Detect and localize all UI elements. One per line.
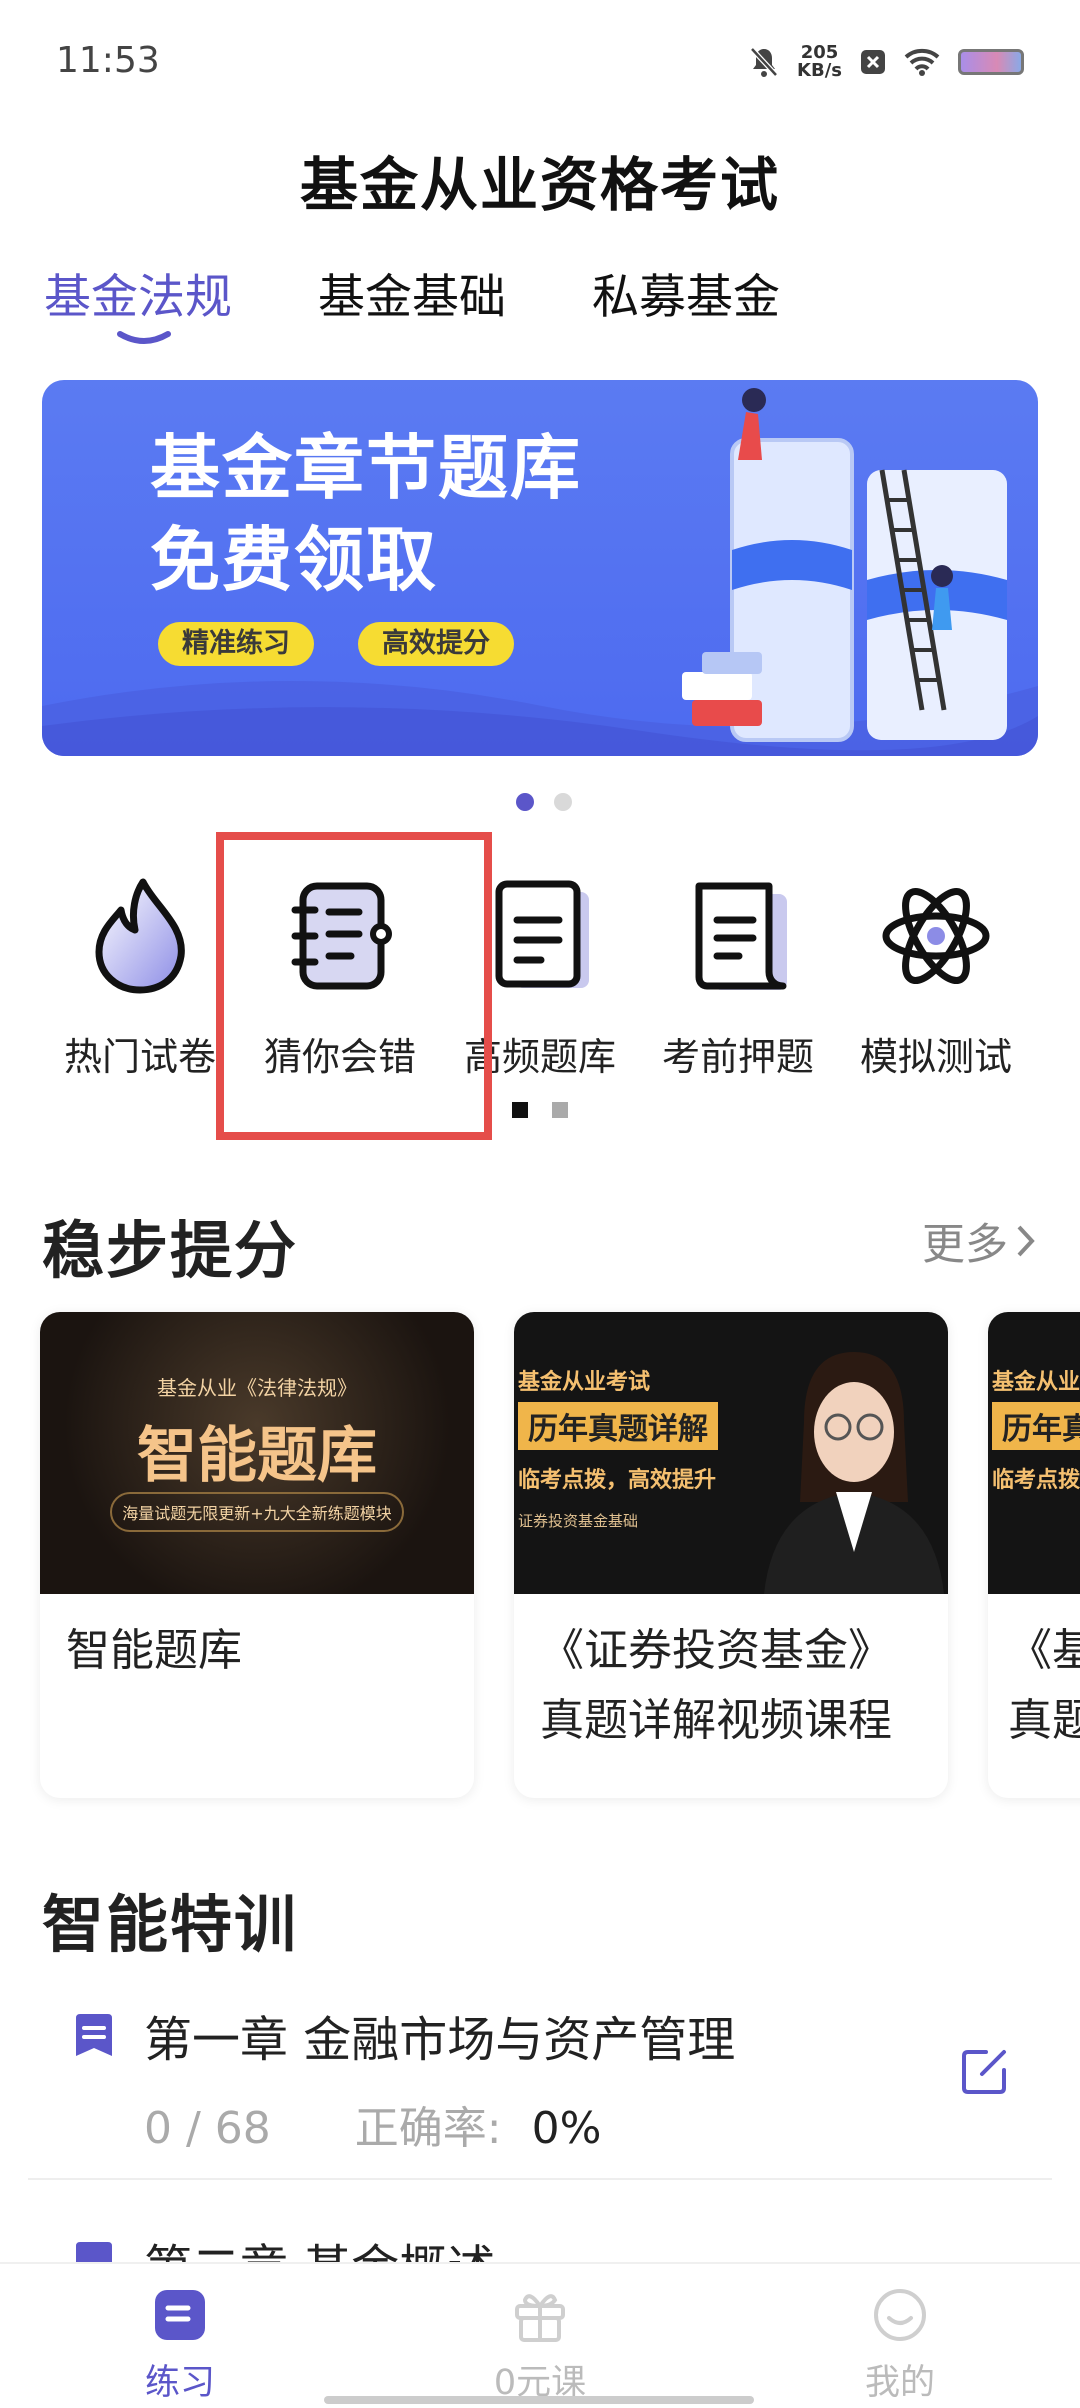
scroll-document-icon [695, 882, 787, 990]
course-cover-exam-video: 基金从业考试 历年真题详解 临考点拨，高效提升 证券投资基金基础 [514, 1312, 948, 1594]
section-title-steady: 稳步提分 [42, 1214, 299, 1287]
course-title: 智能题库 [66, 1625, 242, 1676]
course-card-smart-bank[interactable]: 基金从业《法律法规》 智能题库 海量试题无限更新+九大全新练题模块 智能题库 [40, 1312, 474, 1798]
promo-banner[interactable]: 基金章节题库 免费领取 精准练习 高效提分 [42, 380, 1038, 756]
list-divider [28, 2178, 1052, 2180]
tab-fund-law[interactable]: 基金法规 [44, 258, 232, 344]
chapter-progress: 0 / 68 [144, 2103, 271, 2154]
battery-icon [958, 49, 1024, 75]
nav-practice[interactable]: 练习 [80, 2286, 280, 2405]
chapter-row-2[interactable]: 第二章 基金概述 [72, 2228, 1052, 2262]
course-card-exam-video[interactable]: 基金从业考试 历年真题详解 临考点拨，高效提升 证券投资基金基础 《证券投资基金… [514, 1312, 948, 1798]
tab-active-indicator [117, 331, 171, 344]
atom-icon [882, 888, 990, 984]
course-title: 《基 真题 [1008, 1625, 1080, 1746]
banner-title: 基金章节题库 免费领取 [150, 427, 582, 601]
document-icon [495, 880, 589, 988]
course-card-partial[interactable]: 基金从业考 历年真 临考点拨 《基真题 [988, 1312, 1080, 1798]
course-cover-partial: 基金从业考 历年真 临考点拨 [988, 1312, 1080, 1594]
shortcut-hot-papers[interactable]: 热门试卷 [40, 866, 240, 1081]
shortcut-pagination [512, 1102, 568, 1118]
flame-icon [95, 878, 185, 994]
chapter-title: 第二章 基金概述 [144, 2228, 495, 2262]
course-cover-smart-bank: 基金从业《法律法规》 智能题库 海量试题无限更新+九大全新练题模块 [40, 1312, 474, 1594]
tab-private-fund[interactable]: 私募基金 [592, 258, 780, 327]
practice-icon [155, 2290, 205, 2340]
nav-mine[interactable]: 我的 [800, 2286, 1000, 2405]
status-icons: 205 KB/s [749, 44, 1024, 80]
chapter-stats: 0 / 68 正确率: 0% [144, 2092, 601, 2156]
shortcut-mock-test[interactable]: 模拟测试 [836, 866, 1036, 1081]
mute-bell-icon [750, 47, 778, 77]
banner-pagination [516, 793, 572, 811]
nav-free-course[interactable]: 0元课 [440, 2286, 640, 2405]
bottom-navigation: 练习 0元课 我的 [0, 2262, 1080, 2408]
books-illustration [682, 388, 1007, 742]
section-title-training: 智能特训 [42, 1888, 299, 1961]
gift-icon [515, 2294, 565, 2342]
banner-tag-score: 高效提分 [358, 622, 514, 666]
home-indicator[interactable] [324, 2396, 754, 2404]
shortcut-page-dot-2[interactable] [552, 1102, 568, 1118]
shortcut-page-dot-1[interactable] [512, 1102, 528, 1118]
teacher-portrait [764, 1352, 944, 1594]
chapter-icon [76, 2014, 112, 2056]
network-speed: 205 KB/s [797, 42, 842, 81]
smile-face-icon [874, 2289, 926, 2341]
course-title: 《证券投资基金》真题详解视频课程 [540, 1625, 892, 1746]
chapter-icon [76, 2242, 112, 2262]
banner-dot-2[interactable] [554, 793, 572, 811]
banner-tag-practice: 精准练习 [158, 622, 314, 666]
accuracy-label: 正确率: [354, 2103, 502, 2154]
page-title: 基金从业资格考试 [299, 151, 780, 219]
selection-highlight-box [216, 832, 492, 1140]
chevron-right-icon [1017, 1225, 1035, 1257]
shortcut-pre-exam[interactable]: 考前押题 [638, 866, 838, 1081]
wifi-icon [904, 48, 940, 76]
tab-fund-basics[interactable]: 基金基础 [318, 258, 506, 327]
more-link[interactable]: 更多 [922, 1210, 1036, 1272]
edit-icon[interactable] [960, 2046, 1010, 2096]
chapter-title: 第一章 金融市场与资产管理 [144, 2012, 736, 2068]
accuracy-value: 0% [531, 2103, 602, 2154]
banner-dot-1[interactable] [516, 793, 534, 811]
notification-x-icon [861, 50, 885, 74]
status-time: 11:53 [56, 40, 160, 81]
subject-tabs: 基金法规 基金基础 私募基金 [44, 258, 866, 344]
